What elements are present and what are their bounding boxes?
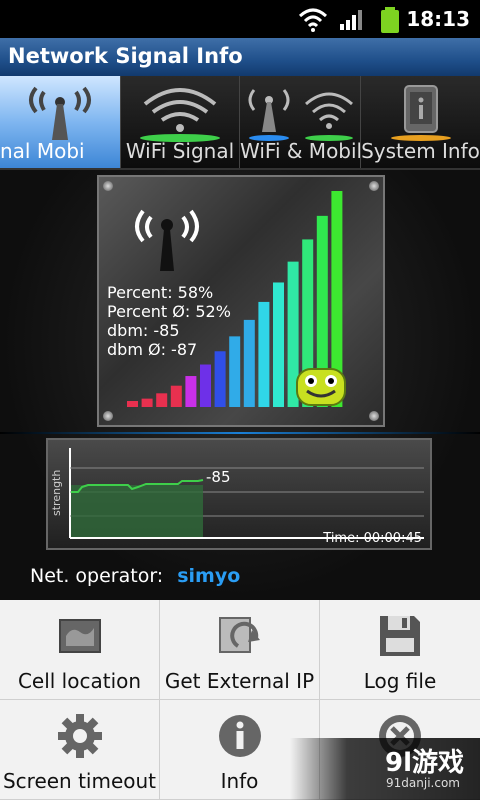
signal-graph: strength -85 Time: 00:00:45 [46,438,432,550]
signal-bar [258,301,270,407]
signal-bar [170,385,182,407]
tab-bar: nal Mobi WiFi Signal WiFi & Mobil System… [0,76,480,170]
divider-line [0,432,480,434]
tab-wifi-signal[interactable]: WiFi Signal [121,76,240,168]
tab-label: WiFi Signal [125,139,235,163]
watermark-logo: 9l游戏 [384,748,464,778]
screw [103,411,113,421]
operator-label: Net. operator: [30,565,164,587]
menu-item-label: Get External IP [164,669,315,693]
site-watermark: 9l游戏 91danji.com [290,738,480,800]
menu-item-label: Cell location [17,669,142,693]
tab-label: WiFi & Mobil [240,139,361,163]
map-icon [58,619,101,653]
menu-item-label: Log file [363,669,437,693]
tab-system-info[interactable]: System Info [361,76,480,168]
signal-bar [185,376,197,407]
info-icon [218,715,261,757]
battery-icon [381,7,399,33]
graph-ylabel: strength [50,469,63,516]
floppy-disk-icon [380,616,420,656]
menu-item-label: Screen timeout [2,769,157,793]
tab-wifi-mobile[interactable]: WiFi & Mobil [240,76,361,168]
wifi-mobile-icon [248,89,353,141]
tab-mobile-signal[interactable]: nal Mobi [0,76,121,168]
operator-value: simyo [177,565,241,587]
signal-bar [127,401,138,407]
android-mascot-icon [296,368,346,406]
wifi-icon [140,88,220,142]
gear-icon [57,714,102,758]
signal-bar [243,319,255,407]
signal-bar [214,351,226,407]
signal-bar [141,398,153,407]
screw [103,181,113,191]
signal-tower-icon [29,86,91,140]
operator-row: Net. operator: simyo [30,565,240,587]
menu-item-cell-location[interactable]: Cell location [0,600,160,700]
status-time: 18:13 [406,7,470,31]
cell-signal-status-icon [340,10,362,30]
screw [369,411,379,421]
wifi-status-icon [298,8,328,32]
menu-item-get-external-ip[interactable]: Get External IP [160,600,320,700]
tab-label: nal Mobi [0,139,85,163]
signal-bar [273,282,284,407]
app-title: Network Signal Info [8,44,243,68]
phone-info-icon [391,85,451,141]
signal-bar [229,336,241,407]
refresh-window-icon [218,617,260,653]
graph-current-value: -85 [206,468,231,486]
menu-item-log-file[interactable]: Log file [320,600,480,700]
graph-time: Time: 00:00:45 [323,531,422,546]
signal-bar [200,364,211,407]
status-bar: 18:13 [0,0,480,38]
tab-label: System Info [361,139,480,163]
signal-panel: Percent: 58% Percent Ø: 52% dbm: -85 dbm… [97,175,385,427]
screw [369,181,379,191]
watermark-url: 91danji.com [386,776,460,790]
app-title-bar: Network Signal Info [0,38,480,76]
menu-item-screen-timeout[interactable]: Screen timeout [0,700,160,800]
signal-bar [156,393,168,407]
